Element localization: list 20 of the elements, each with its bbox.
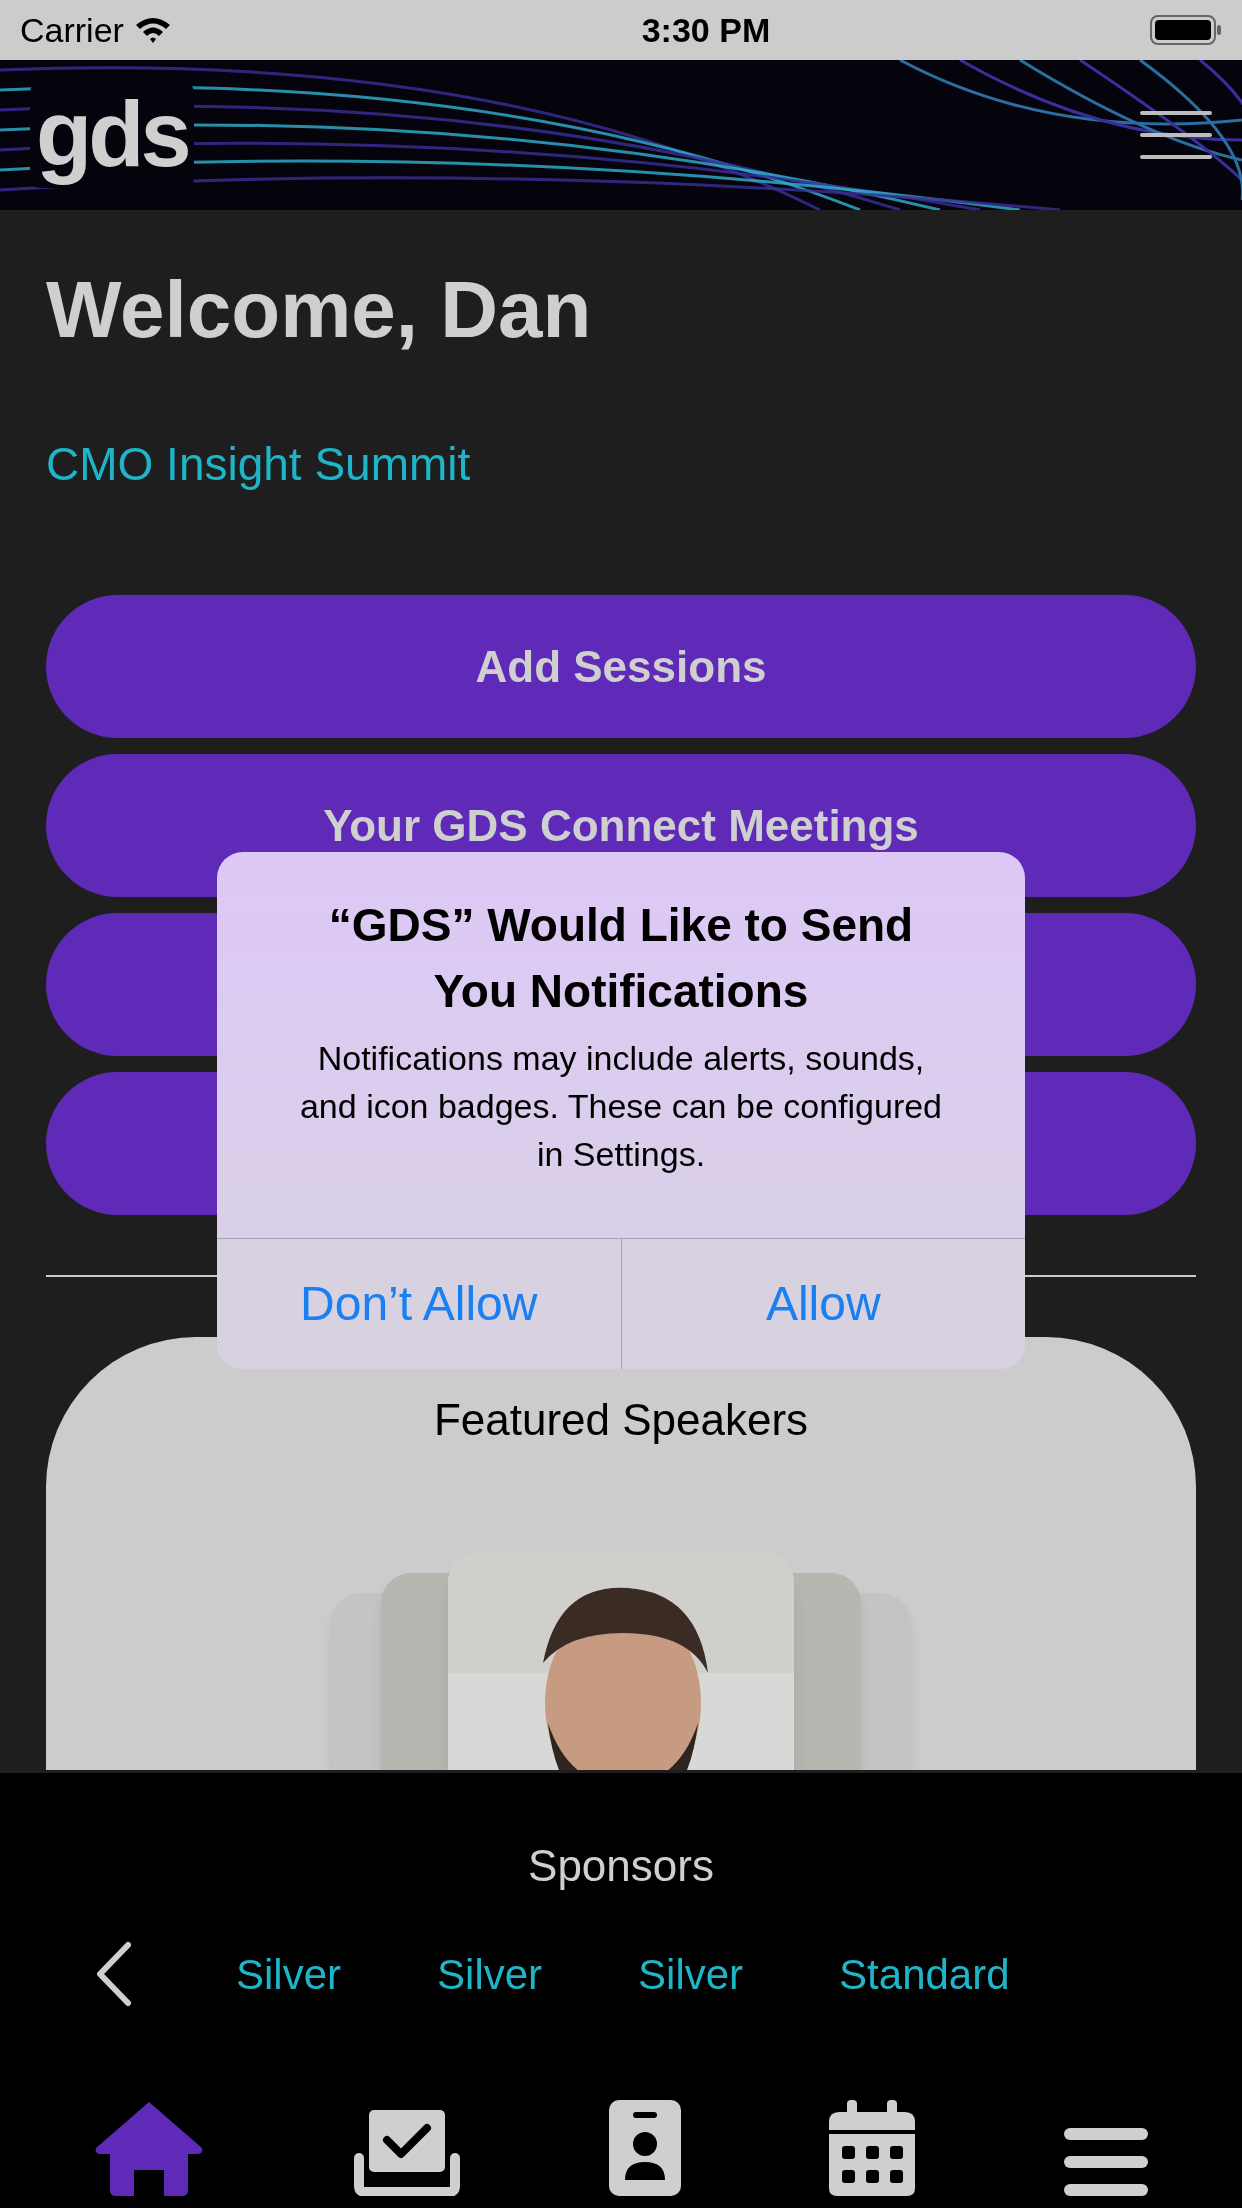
sponsors-heading: Sponsors — [528, 1840, 714, 1892]
calendar-icon — [829, 2100, 916, 2196]
status-time: 3:30 PM — [641, 9, 771, 51]
dialog-message: Notifications may include alerts, sounds, and icon badges. These can be configured in Settings. — [298, 1038, 944, 1175]
sponsor-tier-link[interactable]: Standard — [839, 1942, 1010, 2006]
checkbox-tray-icon — [352, 2110, 461, 2196]
sponsor-tier-link[interactable]: Silver — [437, 1942, 543, 2006]
sponsor-tier-link[interactable]: Silver — [638, 1942, 744, 2006]
logo: gds — [30, 82, 194, 188]
welcome-heading: Welcome, Dan — [46, 270, 593, 350]
battery-icon — [1150, 14, 1222, 46]
event-name[interactable]: CMO Insight Summit — [46, 430, 1196, 499]
sponsor-tier-link[interactable]: Silver — [236, 1942, 342, 2006]
featured-speakers-title: Featured Speakers — [433, 1394, 809, 1446]
id-badge-icon — [608, 2100, 681, 2196]
carrier-label: Carrier — [20, 9, 124, 51]
chevron-left-icon — [94, 1941, 134, 2007]
home-icon — [94, 2100, 205, 2196]
dialog-title: “GDS” Would Like to Send You Notifications — [327, 898, 915, 1019]
action-button[interactable]: Add Sessions — [46, 595, 1196, 738]
